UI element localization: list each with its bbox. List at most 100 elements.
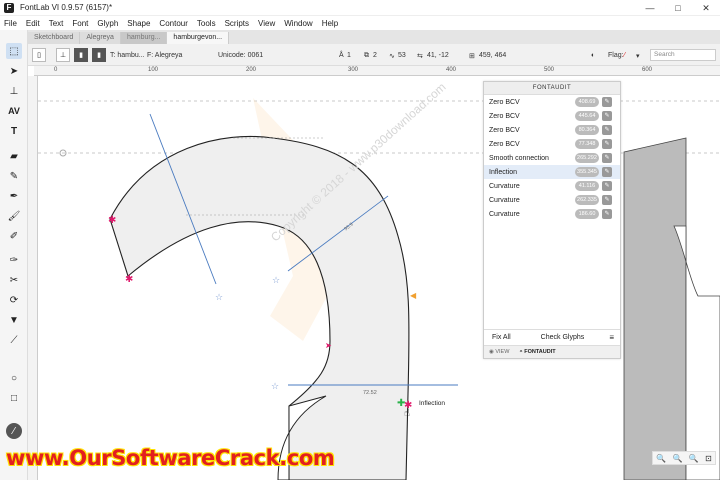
eraser-tool-icon[interactable]: ▰ bbox=[6, 148, 22, 164]
rapid-tool-icon[interactable]: ✐ bbox=[6, 228, 22, 244]
panel-title: FONTAUDIT bbox=[484, 82, 620, 95]
menu-window[interactable]: Window bbox=[284, 19, 312, 28]
zoom-reset-icon[interactable]: ⊡ bbox=[705, 454, 712, 463]
property-toolbar: ▯ ⊥ ▮ ▮ T: hambu... F: Alegreya Unicode:… bbox=[28, 44, 720, 66]
pencil-icon[interactable]: ✎ bbox=[602, 153, 612, 163]
pencil-icon[interactable]: ✎ bbox=[602, 111, 612, 121]
audit-value: 355.345 bbox=[575, 167, 599, 177]
pencil-tool-icon[interactable]: ✎ bbox=[6, 168, 22, 184]
menu-view[interactable]: View bbox=[258, 19, 275, 28]
pencil-icon[interactable]: ✎ bbox=[602, 97, 612, 107]
title-bar: F FontLab VI 0.9.57 (6157)* — □ ✕ bbox=[0, 0, 720, 16]
scissors-tool-icon[interactable]: ✂ bbox=[6, 272, 22, 288]
zoom-controls: 🔍 🔍 🔍 ⊡ bbox=[652, 451, 716, 465]
menu-glyph[interactable]: Glyph bbox=[97, 19, 118, 28]
check-glyphs-button[interactable]: Check Glyphs bbox=[541, 334, 585, 341]
unicode-field[interactable]: Unicode: 0061 bbox=[218, 52, 263, 59]
close-button[interactable]: ✕ bbox=[692, 0, 720, 16]
audit-label: Curvature bbox=[489, 182, 520, 190]
nodes-count: 1 bbox=[347, 52, 351, 59]
pencil-icon[interactable]: ✎ bbox=[602, 139, 612, 149]
menu-tools[interactable]: Tools bbox=[197, 19, 216, 28]
ruler-tick: 100 bbox=[148, 67, 159, 73]
hand-tool-icon[interactable]: ⁄ bbox=[6, 423, 22, 439]
tab-view[interactable]: ◉ VIEW bbox=[484, 349, 514, 355]
fix-all-button[interactable]: Fix All bbox=[492, 334, 511, 341]
menu-text[interactable]: Text bbox=[49, 19, 64, 28]
tab-sketchboard[interactable]: Sketchboard bbox=[28, 32, 81, 44]
audit-label: Zero BCV bbox=[489, 140, 520, 148]
kerning-tool-icon[interactable]: AV bbox=[6, 103, 22, 119]
brush-tool-icon[interactable]: 🖌 bbox=[6, 208, 22, 224]
rectangle-tool-icon[interactable]: □ bbox=[6, 390, 22, 406]
search-input[interactable]: Search bbox=[650, 49, 716, 61]
metrics-mode-icon[interactable]: ⊥ bbox=[56, 47, 70, 62]
panel-tabs: ◉ VIEW ◓ FONTAUDIT bbox=[484, 345, 620, 358]
ruler-tick: 500 bbox=[544, 67, 555, 73]
audit-label: Smooth connection bbox=[489, 154, 549, 162]
node-marker: ◀ bbox=[410, 291, 417, 300]
color-tool-icon[interactable]: ⟋ bbox=[6, 332, 22, 348]
menu-help[interactable]: Help bbox=[322, 19, 338, 28]
star-anchor-icon: ☆ bbox=[215, 293, 223, 303]
zoom-in-icon[interactable]: 🔍 bbox=[672, 454, 682, 463]
ruler-tick: 600 bbox=[642, 67, 653, 73]
maximize-button[interactable]: □ bbox=[664, 0, 692, 16]
contours-count: 2 bbox=[373, 52, 377, 59]
contour-tool-icon[interactable]: ⬚ bbox=[6, 43, 22, 59]
fill-tool-icon[interactable]: ▼ bbox=[6, 312, 22, 328]
menu-shape[interactable]: Shape bbox=[127, 19, 150, 28]
neighbor-glyph-contour bbox=[623, 137, 687, 480]
pencil-icon[interactable]: ✎ bbox=[602, 167, 612, 177]
menu-font[interactable]: Font bbox=[72, 19, 88, 28]
pencil-icon[interactable]: ✎ bbox=[602, 125, 612, 135]
tab-alegreya[interactable]: Alegreya bbox=[80, 32, 121, 44]
window-title: FontLab VI 0.9.57 (6157)* bbox=[20, 3, 113, 12]
text-field[interactable]: T: hambu... bbox=[110, 52, 145, 59]
minimize-button[interactable]: — bbox=[636, 0, 664, 16]
tab-hamburg[interactable]: hamburg... bbox=[120, 32, 168, 44]
hamburger-menu-icon[interactable]: ≡ bbox=[609, 333, 614, 342]
audit-value: 186.60 bbox=[575, 209, 599, 219]
points-icon: ∿ bbox=[389, 53, 395, 60]
audit-row-selected[interactable]: Inflection 355.345 ✎ bbox=[484, 165, 620, 179]
audit-row[interactable]: Curvature 41.116 ✎ bbox=[484, 179, 620, 193]
audit-row[interactable]: Zero BCV 408.69 ✎ bbox=[484, 95, 620, 109]
sidebar-toggle-icon[interactable]: ▯ bbox=[32, 47, 46, 62]
audit-label: Curvature bbox=[489, 196, 520, 204]
pencil-icon[interactable]: ✎ bbox=[602, 181, 612, 191]
tab-fontaudit[interactable]: ◓ FONTAUDIT bbox=[514, 349, 560, 355]
rotate-tool-icon[interactable]: ⟳ bbox=[6, 292, 22, 308]
zoom-out-icon[interactable]: 🔍 bbox=[656, 454, 666, 463]
site-watermark: www.OurSoftwareCrack.com bbox=[6, 446, 335, 470]
document-tabs: Sketchboard Alegreya hamburg... hamburge… bbox=[28, 30, 720, 44]
audit-row[interactable]: Zero BCV 77.348 ✎ bbox=[484, 137, 620, 151]
pointer-tool-icon[interactable]: ➤ bbox=[6, 63, 22, 79]
layer-icon[interactable]: ◐ bbox=[591, 52, 595, 59]
audit-row[interactable]: Smooth connection 265.292 ✎ bbox=[484, 151, 620, 165]
menu-scripts[interactable]: Scripts bbox=[225, 19, 249, 28]
ellipse-tool-icon[interactable]: ○ bbox=[6, 370, 22, 386]
chevron-down-icon[interactable]: ▾ bbox=[636, 52, 640, 60]
zoom-fit-icon[interactable]: 🔍 bbox=[689, 454, 699, 463]
audit-value: 445.64 bbox=[575, 111, 599, 121]
menu-bar: File Edit Text Font Glyph Shape Contour … bbox=[0, 16, 720, 30]
metrics-tool-icon[interactable]: ⊥ bbox=[6, 83, 22, 99]
text-tool-icon[interactable]: T bbox=[6, 123, 22, 139]
menu-file[interactable]: File bbox=[4, 19, 17, 28]
menu-edit[interactable]: Edit bbox=[26, 19, 40, 28]
audit-row[interactable]: Curvature 186.60 ✎ bbox=[484, 207, 620, 221]
font-field[interactable]: F: Alegreya bbox=[147, 52, 182, 59]
pen-tool-icon[interactable]: ✒ bbox=[6, 188, 22, 204]
audit-row[interactable]: Zero BCV 445.64 ✎ bbox=[484, 109, 620, 123]
audit-row[interactable]: Zero BCV 80.364 ✎ bbox=[484, 123, 620, 137]
flag-color-icon[interactable]: ⁄ bbox=[624, 52, 625, 59]
audit-row[interactable]: Curvature 262.335 ✎ bbox=[484, 193, 620, 207]
kerning-mode-icon[interactable]: ▮ bbox=[74, 47, 88, 62]
knife-tool-icon[interactable]: ✑ bbox=[6, 252, 22, 268]
pencil-icon[interactable]: ✎ bbox=[602, 209, 612, 219]
tab-hamburgevon[interactable]: hamburgevon... bbox=[167, 32, 230, 44]
pencil-icon[interactable]: ✎ bbox=[602, 195, 612, 205]
menu-contour[interactable]: Contour bbox=[159, 19, 187, 28]
text-mode-icon[interactable]: ▮ bbox=[92, 47, 106, 62]
